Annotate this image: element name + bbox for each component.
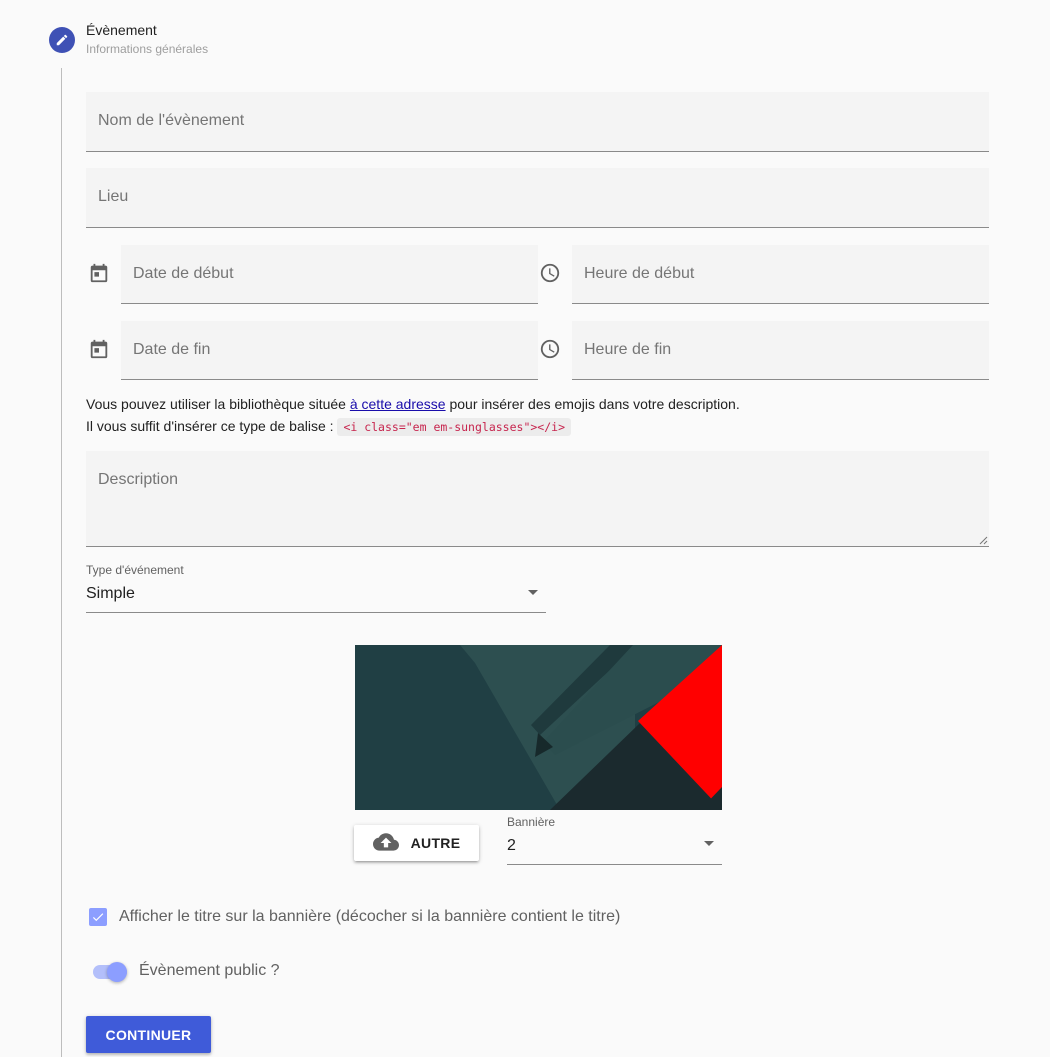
banner-select-label: Bannière <box>507 815 556 829</box>
description-textarea[interactable]: Description <box>86 451 989 547</box>
event-name-field[interactable]: Nom de l'évènement <box>86 92 989 152</box>
emoji-library-link[interactable]: à cette adresse <box>350 396 446 412</box>
end-date-field[interactable]: Date de fin <box>121 321 538 380</box>
start-time-label: Heure de début <box>584 265 695 282</box>
end-time-field[interactable]: Heure de fin <box>572 321 989 380</box>
checkmark-icon <box>92 913 104 922</box>
emoji-code-sample: <i class="em em-sunglasses"></i> <box>337 418 571 436</box>
public-toggle-label: Évènement public ? <box>139 962 280 979</box>
resize-handle-icon[interactable] <box>978 535 988 545</box>
calendar-icon <box>87 337 111 361</box>
start-date-field[interactable]: Date de début <box>121 245 538 304</box>
helper-text-after: pour insérer des emojis dans votre descr… <box>445 396 740 412</box>
dropdown-arrow-icon[interactable] <box>704 841 714 846</box>
show-title-checkbox[interactable] <box>89 908 107 926</box>
continue-button[interactable]: CONTINUER <box>86 1016 211 1053</box>
step-title: Évènement <box>86 22 157 38</box>
emoji-helper-line2: Il vous suffit d'insérer ce type de bali… <box>86 418 571 436</box>
event-type-label: Type d'événement <box>86 563 184 577</box>
start-time-field[interactable]: Heure de début <box>572 245 989 304</box>
place-field[interactable]: Lieu <box>86 168 989 228</box>
start-date-label: Date de début <box>133 265 234 282</box>
place-label: Lieu <box>98 188 129 205</box>
step-pencil-icon <box>49 27 75 53</box>
helper-text-before: Vous pouvez utiliser la bibliothèque sit… <box>86 396 350 412</box>
event-type-underline <box>86 612 546 613</box>
cloud-upload-icon <box>372 833 399 851</box>
banner-preview-image <box>355 645 722 810</box>
step-subtitle: Informations générales <box>86 42 209 56</box>
clock-icon <box>538 261 562 285</box>
emoji-helper-line1: Vous pouvez utiliser la bibliothèque sit… <box>86 396 740 412</box>
upload-banner-button[interactable]: AUTRE <box>354 825 479 861</box>
event-name-label: Nom de l'évènement <box>98 112 245 129</box>
show-title-label: Afficher le titre sur la bannière (décoc… <box>119 908 621 925</box>
end-date-label: Date de fin <box>133 341 211 358</box>
banner-select[interactable]: 2 <box>507 837 516 855</box>
event-type-select[interactable]: Simple <box>86 585 135 603</box>
description-label: Description <box>98 471 179 488</box>
calendar-icon <box>87 261 111 285</box>
banner-select-underline <box>507 864 722 865</box>
end-time-label: Heure de fin <box>584 341 672 358</box>
stepper-connector-line <box>61 68 62 1057</box>
clock-icon <box>538 337 562 361</box>
upload-button-label: AUTRE <box>410 835 461 851</box>
public-toggle-thumb[interactable] <box>107 962 127 982</box>
dropdown-arrow-icon[interactable] <box>528 590 538 595</box>
helper-line2-text: Il vous suffit d'insérer ce type de bali… <box>86 418 338 434</box>
